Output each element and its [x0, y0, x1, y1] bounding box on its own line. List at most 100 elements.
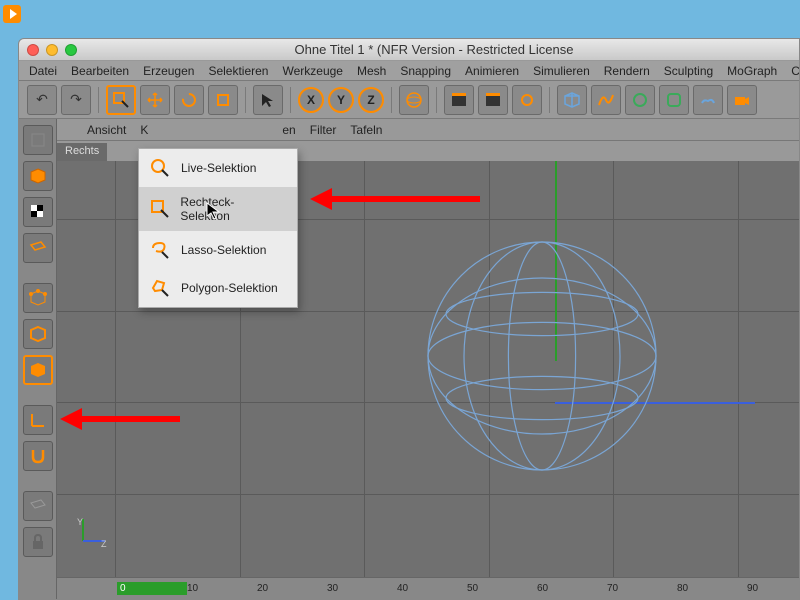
timeline-mark[interactable]: 70 [607, 583, 677, 594]
move-tool-button[interactable] [140, 85, 170, 115]
menu-rendern[interactable]: Rendern [604, 64, 650, 78]
menu-mograph[interactable]: MoGraph [727, 64, 777, 78]
menu-animieren[interactable]: Animieren [465, 64, 519, 78]
axis-icon [29, 411, 47, 429]
rotate-tool-button[interactable] [174, 85, 204, 115]
lock-button[interactable] [23, 527, 53, 557]
minimize-icon[interactable] [46, 44, 58, 56]
snap-button[interactable] [23, 441, 53, 471]
axis-z-button[interactable]: Z [358, 87, 384, 113]
timeline-mark[interactable]: 80 [677, 583, 747, 594]
cursor-icon [259, 91, 277, 109]
render-region-button[interactable] [478, 85, 508, 115]
environment-button[interactable] [693, 85, 723, 115]
content-area: Ansicht K en Filter Tafeln Rechts [19, 119, 799, 599]
selection-tool-button[interactable] [106, 85, 136, 115]
live-selection-icon [149, 157, 171, 179]
dd-label: Lasso-Selektion [181, 243, 266, 257]
texture-mode-button[interactable] [23, 197, 53, 227]
camera-icon [733, 91, 751, 109]
tab-k[interactable]: K [140, 123, 148, 137]
timeline-mark[interactable]: 10 [187, 583, 257, 594]
timeline-mark[interactable]: 30 [327, 583, 397, 594]
mini-axis-gizmo: Y Z [77, 515, 109, 547]
timeline-mark[interactable]: 60 [537, 583, 607, 594]
timeline[interactable]: 0 10 20 30 40 50 60 70 80 90 100 [57, 577, 800, 599]
menu-char[interactable]: Char [791, 64, 800, 78]
tab-tafeln[interactable]: Tafeln [350, 123, 382, 137]
rotate-icon [180, 91, 198, 109]
dd-polygon-selection[interactable]: Polygon-Selektion [139, 269, 297, 307]
menu-simulieren[interactable]: Simulieren [533, 64, 590, 78]
tab-ansicht[interactable]: Ansicht [87, 123, 126, 137]
menu-bearbeiten[interactable]: Bearbeiten [71, 64, 129, 78]
rect-selection-icon [149, 198, 170, 220]
menu-datei[interactable]: Datei [29, 64, 57, 78]
scale-tool-button[interactable] [208, 85, 238, 115]
zoom-icon[interactable] [65, 44, 77, 56]
dd-label: Live-Selektion [181, 161, 256, 175]
recent-tool-button[interactable] [253, 85, 283, 115]
timeline-mark[interactable]: 20 [257, 583, 327, 594]
coord-system-button[interactable] [399, 85, 429, 115]
axis-button[interactable] [23, 405, 53, 435]
soft-selection-button[interactable] [23, 491, 53, 521]
render-settings-button[interactable] [512, 85, 542, 115]
clapperboard-region-icon [484, 91, 502, 109]
menu-werkzeuge[interactable]: Werkzeuge [282, 64, 342, 78]
dd-label: Rechteck-Selektion [180, 195, 281, 223]
workplane-button[interactable] [23, 233, 53, 263]
camera-button[interactable] [727, 85, 757, 115]
menu-snapping[interactable]: Snapping [400, 64, 451, 78]
primitive-cube-button[interactable] [557, 85, 587, 115]
tab-en[interactable]: en [282, 123, 295, 137]
model-mode-button[interactable] [23, 161, 53, 191]
texture-icon [29, 203, 47, 221]
nurbs-icon [631, 91, 649, 109]
scale-icon [214, 91, 232, 109]
timeline-mark[interactable]: 40 [397, 583, 467, 594]
outer-titlebar [0, 0, 800, 27]
view-label: Rechts [57, 143, 107, 161]
dd-lasso-selection[interactable]: Lasso-Selektion [139, 231, 297, 269]
deformer-icon [665, 91, 683, 109]
window-titlebar: Ohne Titel 1 * (NFR Version - Restricted… [19, 39, 799, 61]
polygon-mode-button[interactable] [23, 355, 53, 385]
dd-live-selection[interactable]: Live-Selektion [139, 149, 297, 187]
timeline-mark-0[interactable]: 0 [117, 582, 187, 595]
clapperboard-icon [450, 91, 468, 109]
timeline-mark[interactable]: 90 [747, 583, 800, 594]
sphere-wireframe [422, 236, 662, 476]
menu-sculpting[interactable]: Sculpting [664, 64, 713, 78]
undo-button[interactable]: ↶ [27, 85, 57, 115]
redo-button[interactable]: ↷ [61, 85, 91, 115]
dd-rect-selection[interactable]: Rechteck-Selektion [139, 187, 297, 231]
make-editable-button[interactable] [23, 125, 53, 155]
close-icon[interactable] [27, 44, 39, 56]
menu-erzeugen[interactable]: Erzeugen [143, 64, 194, 78]
timeline-mark[interactable]: 50 [467, 583, 537, 594]
window-title: Ohne Titel 1 * (NFR Version - Restricted… [77, 42, 791, 57]
axis-y-button[interactable]: Y [328, 87, 354, 113]
spline-button[interactable] [591, 85, 621, 115]
points-icon [29, 289, 47, 307]
annotation-arrow-left [80, 416, 180, 422]
axis-x-button[interactable]: X [298, 87, 324, 113]
viewport-tabs: Ansicht K en Filter Tafeln [57, 119, 800, 141]
rect-select-icon [112, 91, 130, 109]
deformer-button[interactable] [659, 85, 689, 115]
menu-selektieren[interactable]: Selektieren [208, 64, 268, 78]
lock-icon [29, 533, 47, 551]
main-toolbar: ↶ ↷ X Y Z [19, 81, 799, 119]
menubar: Datei Bearbeiten Erzeugen Selektieren We… [19, 61, 799, 81]
generator-button[interactable] [625, 85, 655, 115]
point-mode-button[interactable] [23, 283, 53, 313]
edge-mode-button[interactable] [23, 319, 53, 349]
left-tool-palette [19, 119, 57, 599]
tab-filter[interactable]: Filter [310, 123, 337, 137]
menu-mesh[interactable]: Mesh [357, 64, 386, 78]
annotation-arrow-top [330, 196, 480, 202]
svg-text:Y: Y [77, 517, 83, 527]
play-icon[interactable] [3, 5, 21, 23]
render-button[interactable] [444, 85, 474, 115]
